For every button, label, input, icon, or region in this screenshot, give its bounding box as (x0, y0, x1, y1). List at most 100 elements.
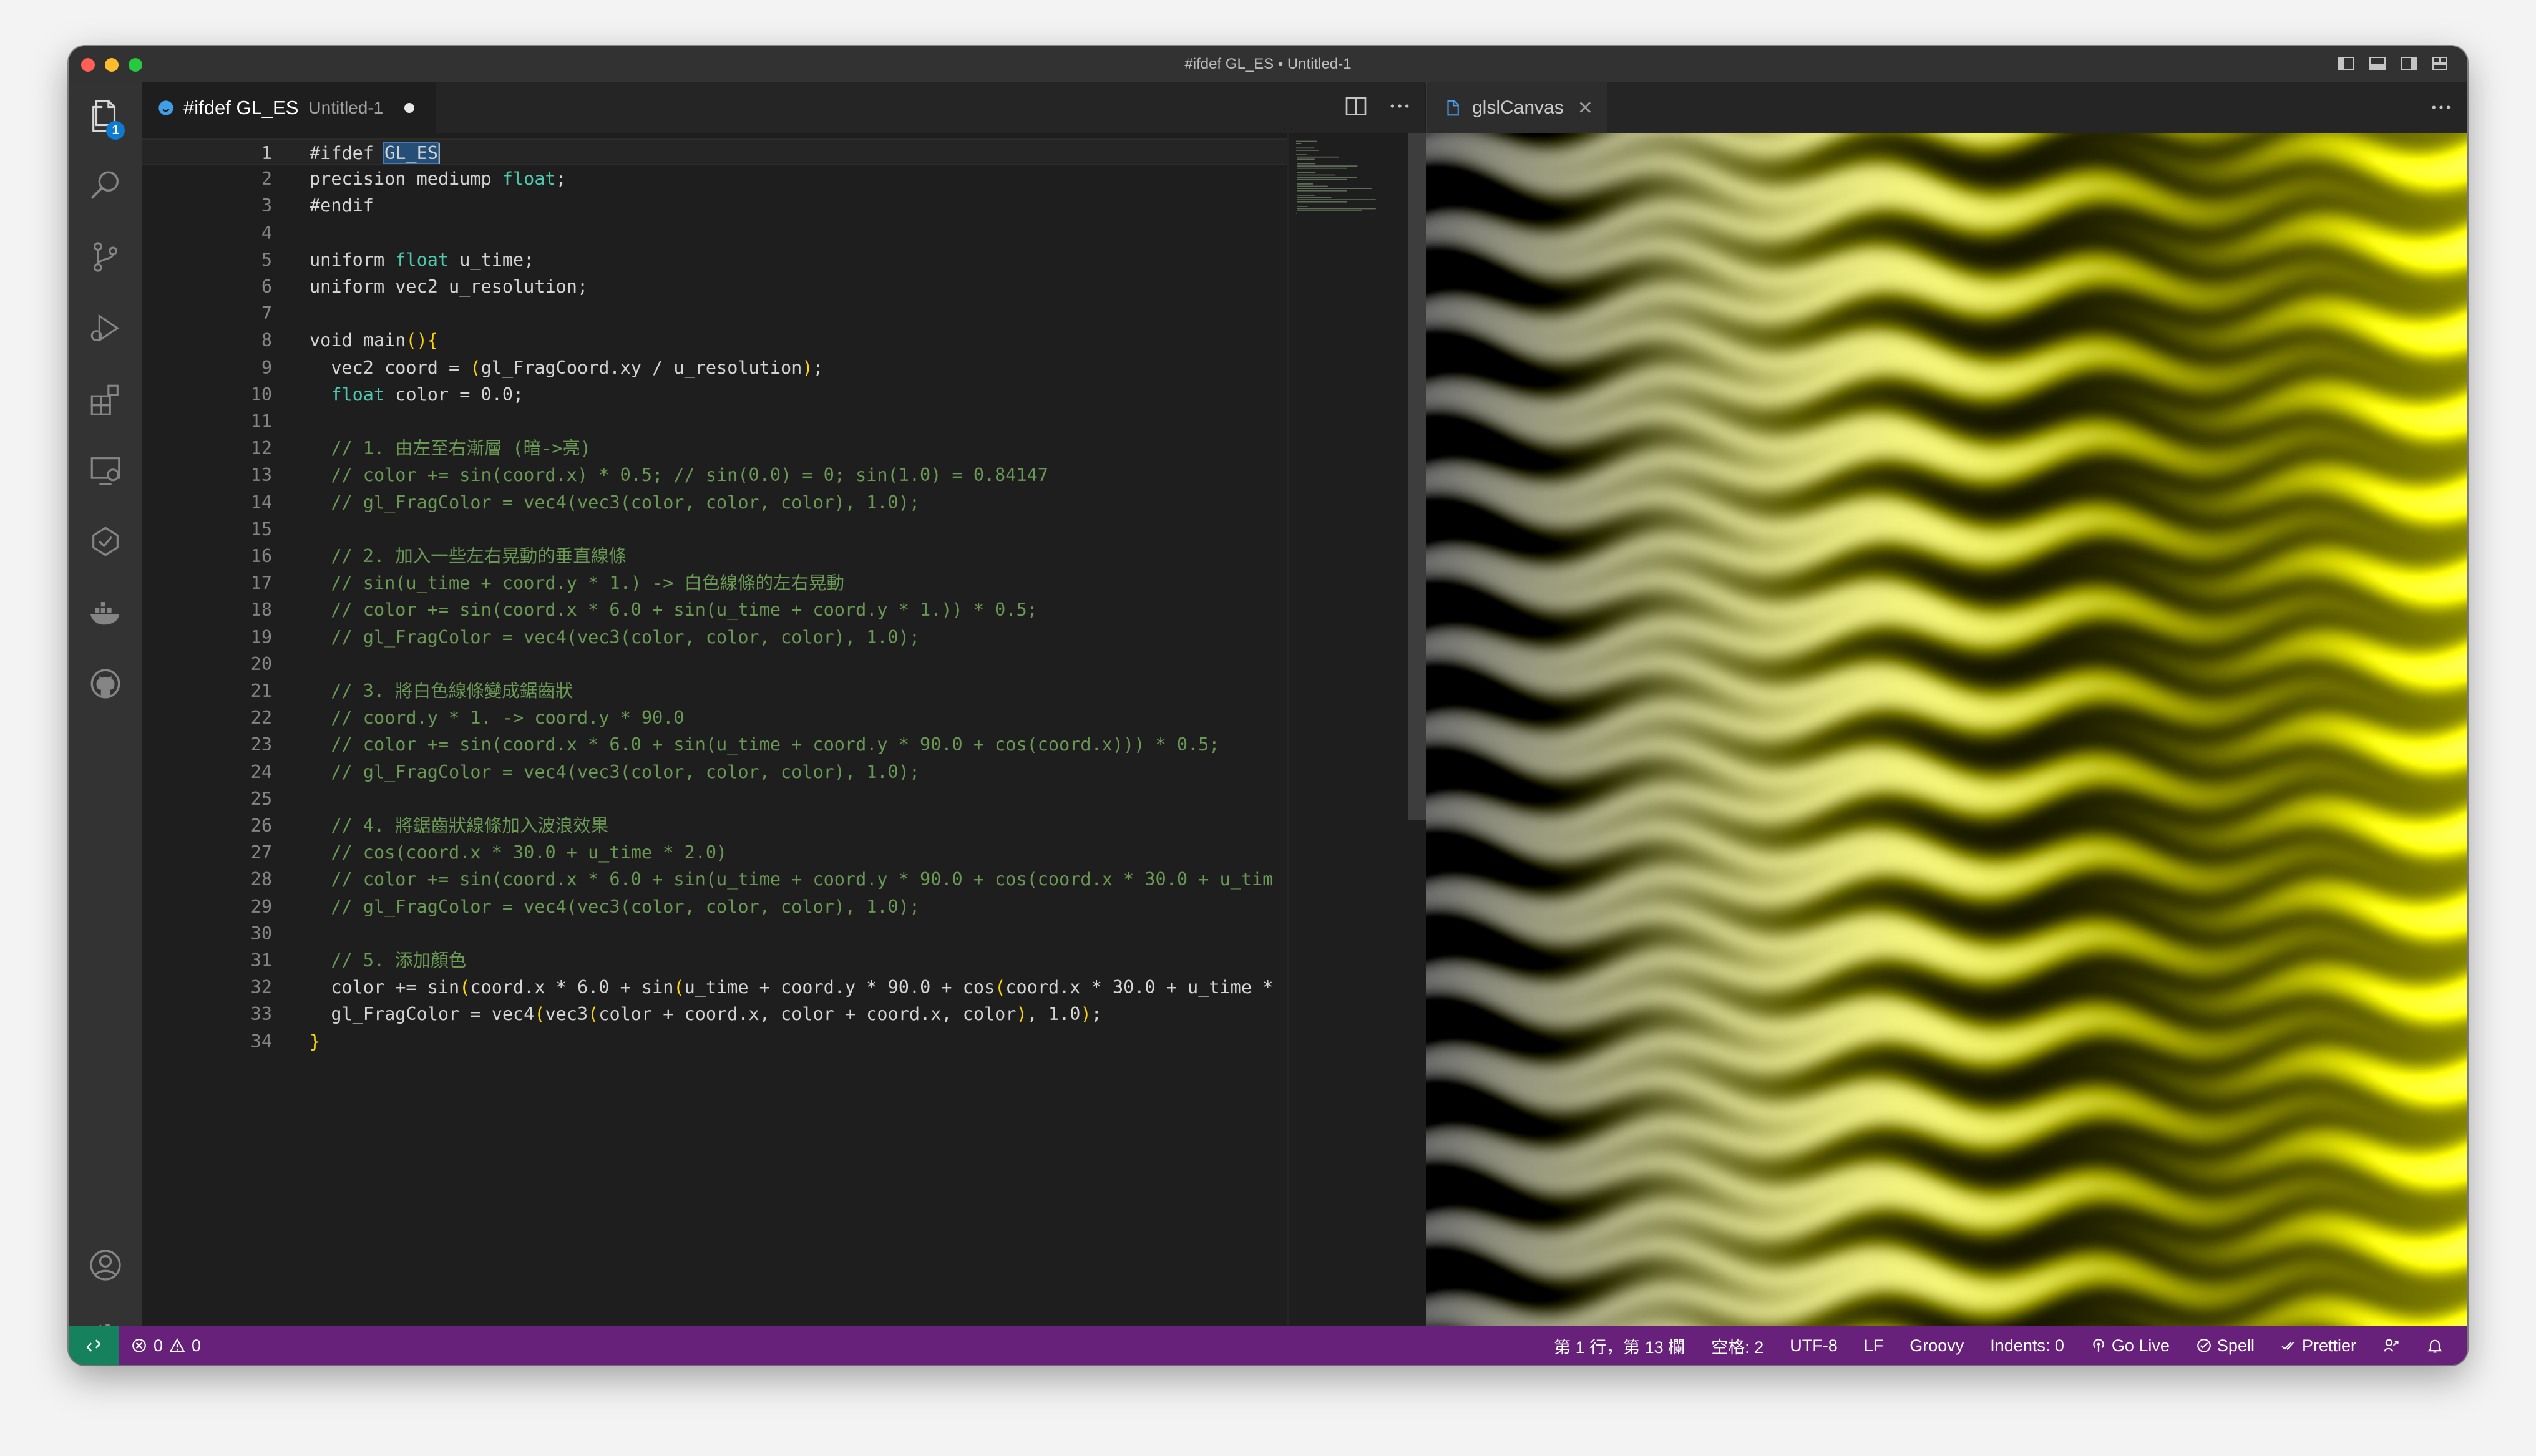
line-text: } (310, 1031, 321, 1052)
activity-extensions[interactable] (69, 369, 142, 429)
line-number: 5 (261, 249, 272, 270)
indents-indicator[interactable]: Indents: 0 (1990, 1336, 2064, 1356)
unsaved-dot-icon[interactable] (404, 103, 415, 113)
line-number: 16 (250, 546, 272, 566)
code-line[interactable]: 28 // color += sin(coord.x * 6.0 + sin(u… (142, 866, 1287, 893)
code-line[interactable]: 9 vec2 coord = (gl_FragCoord.xy / u_reso… (142, 354, 1287, 381)
encoding[interactable]: UTF-8 (1790, 1336, 1838, 1356)
code-line[interactable]: 27 // cos(coord.x * 30.0 + u_time * 2.0) (142, 839, 1287, 866)
language-mode[interactable]: Groovy (1909, 1336, 1964, 1356)
activity-run-debug[interactable] (69, 298, 142, 358)
toggle-panel-icon[interactable] (2369, 56, 2386, 72)
vertical-scrollbar[interactable] (1408, 133, 1426, 820)
code-line[interactable]: 21 // 3. 將白色線條變成鋸齒狀 (142, 677, 1287, 704)
code-line[interactable]: 30 (142, 920, 1287, 947)
shader-output-canvas[interactable] (1426, 133, 2467, 1326)
minimap-line (1297, 190, 1347, 192)
code-line[interactable]: 24 // gl_FragColor = vec4(vec3(color, co… (142, 759, 1287, 785)
activity-bar: 1 1 (69, 82, 142, 1361)
line-number: 20 (250, 653, 272, 674)
glsl-canvas-preview[interactable] (1426, 133, 2467, 1326)
activity-source-control[interactable] (69, 227, 142, 287)
go-live-label: Go Live (2111, 1336, 2170, 1355)
cursor-position[interactable]: 第 1 行，第 13 欄 (1554, 1334, 1685, 1358)
end-of-line[interactable]: LF (1864, 1336, 1884, 1356)
more-actions-right-icon[interactable] (2429, 95, 2454, 120)
code-line[interactable]: 2 precision mediump float; (142, 165, 1287, 192)
code-line[interactable]: 16 // 2. 加入一些左右晃動的垂直線條 (142, 543, 1287, 570)
code-line[interactable]: 17 // sin(u_time + coord.y * 1.) -> 白色線條… (142, 570, 1287, 596)
broadcast-icon (2093, 1339, 2104, 1352)
code-line[interactable]: 22 // coord.y * 1. -> coord.y * 90.0 (142, 704, 1287, 731)
code-line[interactable]: 14 // gl_FragColor = vec4(vec3(color, co… (142, 489, 1287, 516)
code-line[interactable]: 10 float color = 0.0; (142, 381, 1287, 408)
line-text: #ifdef GL_ES (310, 140, 440, 164)
problems-indicator[interactable]: 0 0 (131, 1326, 201, 1365)
double-check-icon (2281, 1341, 2295, 1350)
code-line[interactable]: 31 // 5. 添加顏色 (142, 947, 1287, 974)
code-line[interactable]: 5 uniform float u_time; (142, 246, 1287, 273)
code-line[interactable]: 26 // 4. 將鋸齒狀線條加入波浪效果 (142, 812, 1287, 839)
activity-search[interactable] (69, 156, 142, 216)
line-number: 19 (250, 626, 272, 648)
feedback-button[interactable] (2382, 1337, 2400, 1354)
activity-accounts[interactable] (69, 1235, 142, 1295)
line-number: 14 (250, 492, 272, 513)
line-number: 18 (250, 599, 272, 621)
code-line[interactable]: 19 // gl_FragColor = vec4(vec3(color, co… (142, 624, 1287, 651)
code-line[interactable]: 18 // color += sin(coord.x * 6.0 + sin(u… (142, 596, 1287, 623)
indentation[interactable]: 空格: 2 (1711, 1334, 1763, 1358)
code-line[interactable]: 12 // 1. 由左至右漸層 (暗->亮) (142, 435, 1287, 462)
minimap[interactable] (1287, 133, 1426, 1326)
code-line[interactable]: 4 (142, 220, 1287, 246)
code-line[interactable]: 11 (142, 408, 1287, 435)
line-number: 3 (261, 195, 272, 216)
spell-button[interactable]: Spell (2196, 1336, 2255, 1356)
remote-indicator[interactable] (69, 1326, 119, 1365)
activity-explorer[interactable]: 1 (69, 86, 142, 146)
activity-github[interactable] (69, 654, 142, 714)
code-line[interactable]: 6 uniform vec2 u_resolution; (142, 273, 1287, 300)
code-line[interactable]: 23 // color += sin(coord.x * 6.0 + sin(u… (142, 731, 1287, 758)
vscode-window: #ifdef GL_ES • Untitled-1 1 #ifdef GL_ES… (69, 46, 2467, 1365)
code-line[interactable]: 33 gl_FragColor = vec4(vec3(color + coor… (142, 1001, 1287, 1027)
line-number: 29 (250, 896, 272, 917)
code-line[interactable]: 7 (142, 300, 1287, 327)
minimap-line (1296, 154, 1307, 155)
tab-glslcanvas[interactable]: glslCanvas ✕ (1427, 82, 1607, 133)
tab-label: glslCanvas (1472, 97, 1564, 118)
tab-untitled-1[interactable]: #ifdef GL_ES Untitled-1 (142, 82, 436, 133)
go-live-button[interactable]: Go Live (2090, 1336, 2170, 1356)
spell-check-icon (2197, 1339, 2211, 1352)
code-line[interactable]: 32 color += sin(coord.x * 6.0 + sin(u_ti… (142, 974, 1287, 1001)
activity-testing[interactable] (69, 512, 142, 571)
more-actions-icon[interactable] (1387, 94, 1412, 119)
toggle-primary-sidebar-icon[interactable] (2338, 56, 2355, 72)
code-editor[interactable]: 1 #ifdef GL_ES 2 precision mediump float; 3 #… (142, 133, 1426, 1365)
prettier-button[interactable]: Prettier (2281, 1336, 2356, 1356)
code-line[interactable]: 8 void main(){ (142, 327, 1287, 354)
code-line[interactable]: 15 (142, 516, 1287, 543)
code-line[interactable]: 20 (142, 651, 1287, 677)
code-line[interactable]: 3 #endif (142, 192, 1287, 219)
testing-icon (92, 527, 119, 556)
toggle-secondary-sidebar-icon[interactable] (2400, 56, 2417, 72)
split-editor-icon[interactable] (1344, 94, 1368, 119)
line-text: // gl_FragColor = vec4(vec3(color, color… (310, 896, 920, 917)
line-text: color += sin(coord.x * 6.0 + sin(u_time … (310, 977, 1274, 998)
activity-remote-explorer[interactable] (69, 440, 142, 500)
code-line[interactable]: 1 #ifdef GL_ES (142, 138, 1287, 165)
line-text: // 3. 將白色線條變成鋸齒狀 (310, 681, 573, 701)
notifications-button[interactable] (2426, 1337, 2444, 1354)
line-number: 31 (250, 950, 272, 971)
minimap-line (1297, 158, 1315, 160)
code-line[interactable]: 25 (142, 785, 1287, 812)
code-line[interactable]: 29 // gl_FragColor = vec4(vec3(color, co… (142, 893, 1287, 920)
customize-layout-icon[interactable] (2431, 56, 2449, 72)
code-line[interactable]: 34} (142, 1028, 1287, 1055)
activity-docker[interactable] (69, 583, 142, 643)
code-line[interactable]: 13 // color += sin(coord.x) * 0.5; // si… (142, 462, 1287, 488)
github-icon (90, 669, 120, 699)
line-text: // color += sin(coord.x * 6.0 + sin(u_ti… (310, 734, 1220, 755)
close-tab-icon[interactable]: ✕ (1578, 97, 1593, 119)
